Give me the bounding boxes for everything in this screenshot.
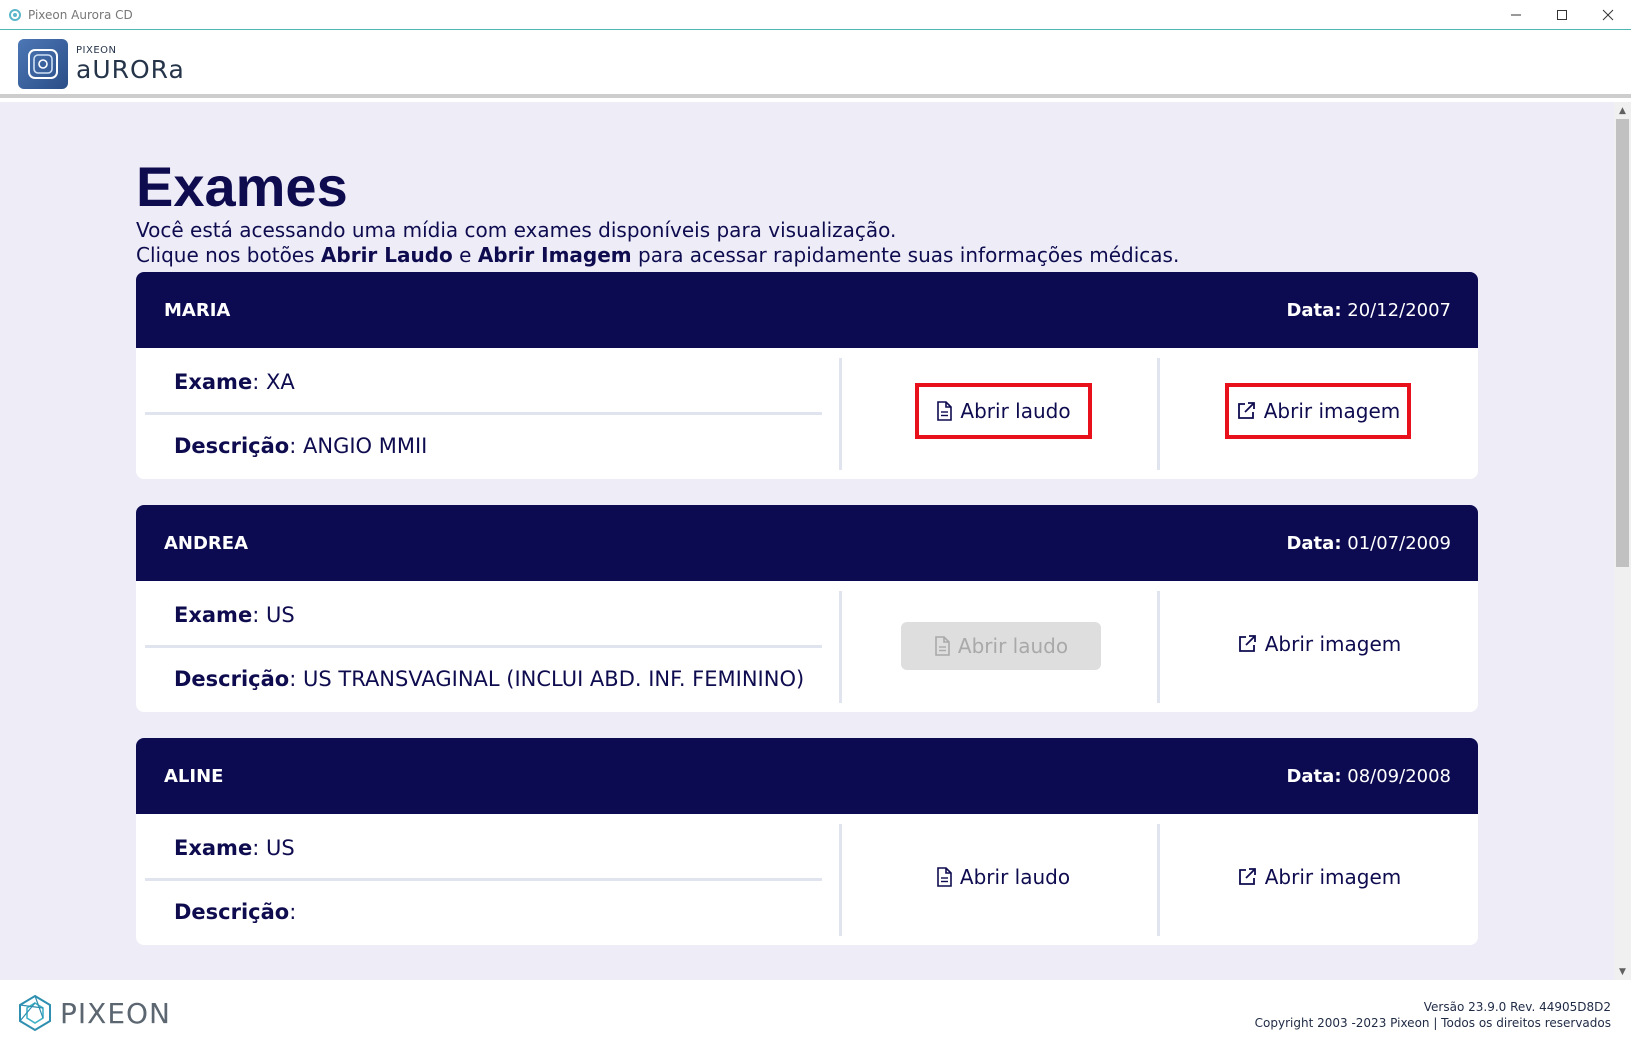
exam-date: Data: 20/12/2007 [1286,299,1451,321]
exam-type: Exame: US [174,603,295,627]
version-text: Versão 23.9.0 Rev. 44905D8D2 [1423,1000,1611,1014]
divider [145,645,822,648]
page-title: Exames [136,155,348,218]
divider [839,591,842,703]
exam-card-header: ALINE Data: 08/09/2008 [136,738,1478,814]
divider [839,824,842,936]
exam-date: Data: 01/07/2009 [1286,532,1451,554]
exam-card-header: MARIA Data: 20/12/2007 [136,272,1478,348]
patient-name: MARIA [164,299,231,321]
pixeon-logo: PIXEON [16,994,171,1032]
exam-description: Descrição: [174,900,297,924]
exam-type: Exame: XA [174,370,295,394]
exam-date: Data: 08/09/2008 [1286,765,1451,787]
external-link-icon [1237,402,1255,419]
window-titlebar: Pixeon Aurora CD [0,0,1631,30]
vertical-scrollbar[interactable]: ▲ ▼ [1614,102,1631,980]
open-image-button[interactable]: Abrir imagem [1226,852,1412,902]
exam-card: MARIA Data: 20/12/2007 Exame: XA Descriç… [136,272,1478,479]
patient-name: ALINE [164,765,224,787]
close-icon[interactable] [1585,0,1631,30]
scroll-up-icon[interactable]: ▲ [1614,102,1631,119]
exam-card-header: ANDREA Data: 01/07/2009 [136,505,1478,581]
minimize-icon[interactable] [1493,0,1539,30]
footer-info: Versão 23.9.0 Rev. 44905D8D2 Copyright 2… [1255,999,1611,1031]
open-report-button[interactable]: Abrir laudo [916,852,1090,902]
exam-card: ALINE Data: 08/09/2008 Exame: US Descriç… [136,738,1478,945]
document-icon [937,867,952,887]
divider [1157,358,1160,470]
open-report-button-disabled: Abrir laudo [901,622,1101,670]
open-image-button[interactable]: Abrir imagem [1225,383,1411,439]
scrollbar-thumb[interactable] [1616,119,1629,567]
pixeon-wordmark: PIXEON [60,996,171,1030]
exam-card: ANDREA Data: 01/07/2009 Exame: US Descri… [136,505,1478,712]
divider [839,358,842,470]
window-title: Pixeon Aurora CD [28,7,133,22]
app-footer: PIXEON Versão 23.9.0 Rev. 44905D8D2 Copy… [0,980,1631,1044]
aurora-logo: PIXEON aURORa [18,39,185,89]
pixeon-logo-icon [19,994,51,1032]
divider [1157,591,1160,703]
open-report-button[interactable]: Abrir laudo [915,383,1092,439]
intro-line-2: Clique nos botões Abrir Laudo e Abrir Im… [136,243,1180,267]
document-icon [937,401,953,421]
divider [1157,824,1160,936]
open-image-button[interactable]: Abrir imagem [1226,619,1412,669]
copyright-text: Copyright 2003 -2023 Pixeon | Todos os d… [1254,1016,1611,1030]
aurora-logo-icon [18,39,68,89]
patient-name: ANDREA [164,532,249,554]
divider [145,878,822,881]
exam-description: Descrição: ANGIO MMII [174,434,428,458]
scroll-down-icon[interactable]: ▼ [1614,963,1631,980]
intro-line-1: Você está acessando uma mídia com exames… [136,218,897,242]
intro-text: Você está acessando uma mídia com exames… [136,218,1179,268]
external-link-icon [1238,635,1256,652]
exam-description: Descrição: US TRANSVAGINAL (INCLUI ABD. … [174,667,805,691]
app-icon [9,8,21,21]
exam-type: Exame: US [174,836,295,860]
external-link-icon [1238,868,1256,885]
divider [145,412,822,415]
app-header: PIXEON aURORa [0,31,1631,98]
main-content: Exames Você está acessando uma mídia com… [0,102,1614,980]
document-icon [935,636,950,656]
maximize-icon[interactable] [1539,0,1585,30]
logo-big-text: aURORa [76,55,185,84]
